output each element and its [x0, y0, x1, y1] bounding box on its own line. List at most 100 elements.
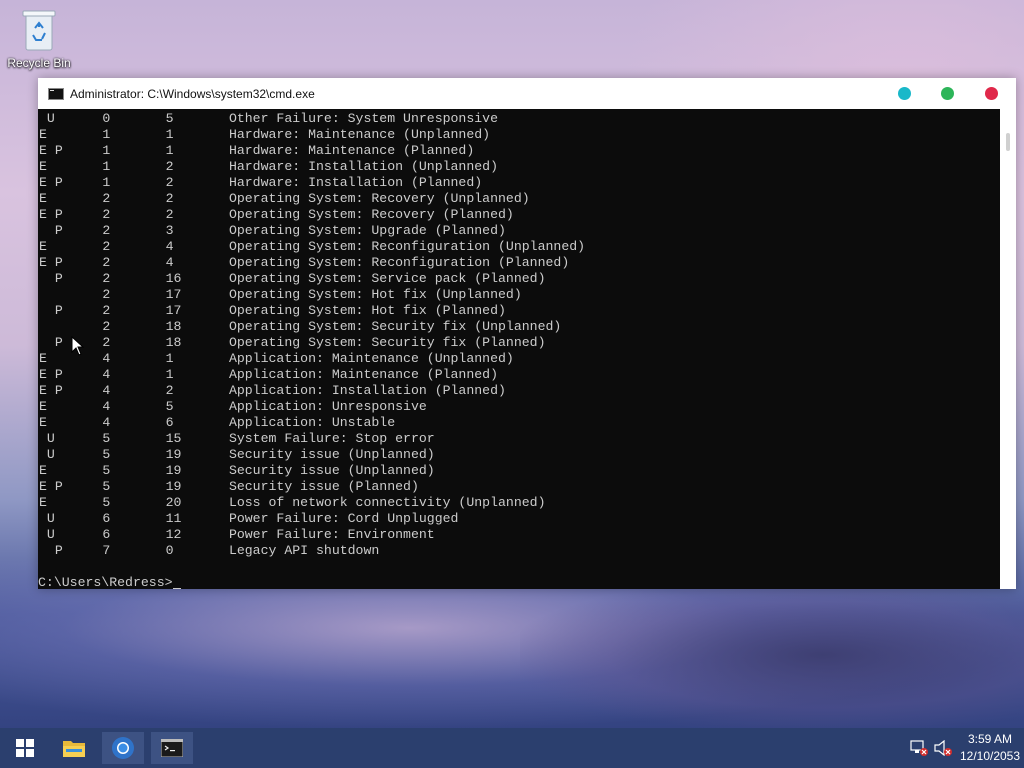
- row-flags: E: [39, 127, 103, 142]
- row-minor: 19: [165, 447, 229, 462]
- row-flags: U: [39, 527, 103, 542]
- row-description: Operating System: Reconfiguration (Unpla…: [228, 239, 586, 254]
- network-tray-button[interactable]: [910, 740, 928, 761]
- row-minor: 4: [165, 239, 229, 254]
- desktop-icon-recycle-bin[interactable]: Recycle Bin: [4, 8, 74, 70]
- row-description: Security issue (Unplanned): [228, 463, 435, 478]
- row-description: Application: Installation (Planned): [228, 383, 506, 398]
- start-button[interactable]: [4, 732, 46, 764]
- row-flags: E P: [39, 383, 103, 398]
- row-minor: 17: [165, 287, 229, 302]
- taskbar-chrome[interactable]: [102, 732, 144, 764]
- row-major: 2: [102, 239, 166, 254]
- volume-tray-button[interactable]: [934, 739, 952, 761]
- clock-date: 12/10/2053: [959, 749, 1021, 763]
- console-row: E 2 4 Operating System: Reconfiguration …: [39, 239, 1000, 255]
- row-flags: E: [39, 415, 103, 430]
- row-major: 2: [102, 255, 166, 270]
- cmd-window[interactable]: Administrator: C:\Windows\system32\cmd.e…: [38, 78, 1016, 589]
- console-row: P 7 0 Legacy API shutdown: [39, 543, 1000, 559]
- console-row: U 6 11 Power Failure: Cord Unplugged: [39, 511, 1000, 527]
- taskbar: 3:59 AM 12/10/2053: [0, 728, 1024, 768]
- minimize-button[interactable]: [898, 87, 911, 100]
- row-minor: 2: [165, 159, 229, 174]
- row-flags: E: [39, 191, 103, 206]
- row-major: 4: [102, 399, 166, 414]
- row-minor: 18: [165, 319, 229, 334]
- row-description: Operating System: Hot fix (Planned): [228, 303, 506, 318]
- row-flags: [39, 319, 102, 334]
- row-flags: [39, 287, 102, 302]
- row-flags: E: [39, 495, 103, 510]
- row-description: Operating System: Hot fix (Unplanned): [228, 287, 522, 302]
- console-row: E 5 20 Loss of network connectivity (Unp…: [39, 495, 1000, 511]
- row-major: 7: [102, 543, 166, 558]
- row-description: Power Failure: Environment: [228, 527, 435, 542]
- console-row: E 2 2 Operating System: Recovery (Unplan…: [39, 191, 1000, 207]
- row-flags: U: [39, 511, 103, 526]
- row-description: Power Failure: Cord Unplugged: [228, 511, 459, 526]
- console-row: U 0 5 Other Failure: System Unresponsive: [39, 111, 1000, 127]
- row-flags: E P: [39, 479, 103, 494]
- row-major: 1: [102, 127, 166, 142]
- row-minor: 11: [165, 511, 229, 526]
- row-major: 2: [102, 287, 166, 302]
- row-description: Operating System: Service pack (Planned): [228, 271, 546, 286]
- row-flags: U: [39, 111, 103, 126]
- row-description: Hardware: Maintenance (Unplanned): [228, 127, 491, 142]
- console-row: 2 18 Operating System: Security fix (Unp…: [39, 319, 1000, 335]
- row-major: 2: [102, 223, 166, 238]
- row-flags: E P: [39, 143, 103, 158]
- row-flags: U: [39, 447, 103, 462]
- console-row: E 4 5 Application: Unresponsive: [39, 399, 1000, 415]
- title-bar[interactable]: Administrator: C:\Windows\system32\cmd.e…: [38, 78, 1016, 109]
- console-row: E P 2 4 Operating System: Reconfiguratio…: [39, 255, 1000, 271]
- taskbar-file-explorer[interactable]: [53, 732, 95, 764]
- row-minor: 6: [165, 415, 229, 430]
- console-row: E P 5 19 Security issue (Planned): [39, 479, 1000, 495]
- cmd-icon: [161, 739, 183, 757]
- row-minor: 2: [165, 383, 229, 398]
- row-description: Security issue (Planned): [228, 479, 419, 494]
- row-minor: 19: [165, 479, 229, 494]
- console-row: P 2 16 Operating System: Service pack (P…: [39, 271, 1000, 287]
- console-row: P 2 3 Operating System: Upgrade (Planned…: [39, 223, 1000, 239]
- row-description: Security issue (Unplanned): [228, 447, 435, 462]
- row-minor: 12: [165, 527, 229, 542]
- row-flags: P: [39, 303, 103, 318]
- console-row: E P 1 1 Hardware: Maintenance (Planned): [39, 143, 1000, 159]
- maximize-button[interactable]: [941, 87, 954, 100]
- row-major: 2: [102, 303, 166, 318]
- cmd-app-icon: [48, 87, 64, 100]
- console-output[interactable]: U 0 5 Other Failure: System Unresponsive…: [38, 109, 1000, 589]
- close-button[interactable]: [985, 87, 998, 100]
- row-flags: E P: [39, 255, 103, 270]
- taskbar-clock[interactable]: 3:59 AM 12/10/2053: [958, 731, 1022, 765]
- row-major: 5: [102, 463, 166, 478]
- scrollbar-thumb[interactable]: [1006, 133, 1010, 151]
- row-major: 2: [102, 271, 166, 286]
- command-prompt-line[interactable]: C:\Users\Redress>: [38, 575, 1000, 589]
- console-row: 2 17 Operating System: Hot fix (Unplanne…: [39, 287, 1000, 303]
- clock-time: 3:59 AM: [967, 732, 1013, 746]
- row-flags: E P: [39, 367, 103, 382]
- row-minor: 1: [165, 143, 229, 158]
- row-description: Operating System: Security fix (Planned): [228, 335, 546, 350]
- text-cursor: [172, 588, 181, 589]
- console-row: P 2 17 Operating System: Hot fix (Planne…: [39, 303, 1000, 319]
- row-major: 5: [102, 479, 166, 494]
- row-major: 4: [102, 383, 166, 398]
- console-row: U 5 19 Security issue (Unplanned): [39, 447, 1000, 463]
- console-row: E P 2 2 Operating System: Recovery (Plan…: [39, 207, 1000, 223]
- row-minor: 2: [165, 191, 229, 206]
- vertical-scrollbar[interactable]: [1000, 109, 1016, 589]
- volume-muted-icon: [934, 739, 952, 757]
- console-row: E P 1 2 Hardware: Installation (Planned): [39, 175, 1000, 191]
- row-major: 4: [102, 367, 166, 382]
- row-flags: P: [39, 271, 103, 286]
- row-flags: E P: [39, 175, 103, 190]
- row-minor: 5: [165, 111, 229, 126]
- row-description: Operating System: Reconfiguration (Plann…: [228, 255, 570, 270]
- row-major: 5: [102, 495, 166, 510]
- taskbar-command-prompt[interactable]: [151, 732, 193, 764]
